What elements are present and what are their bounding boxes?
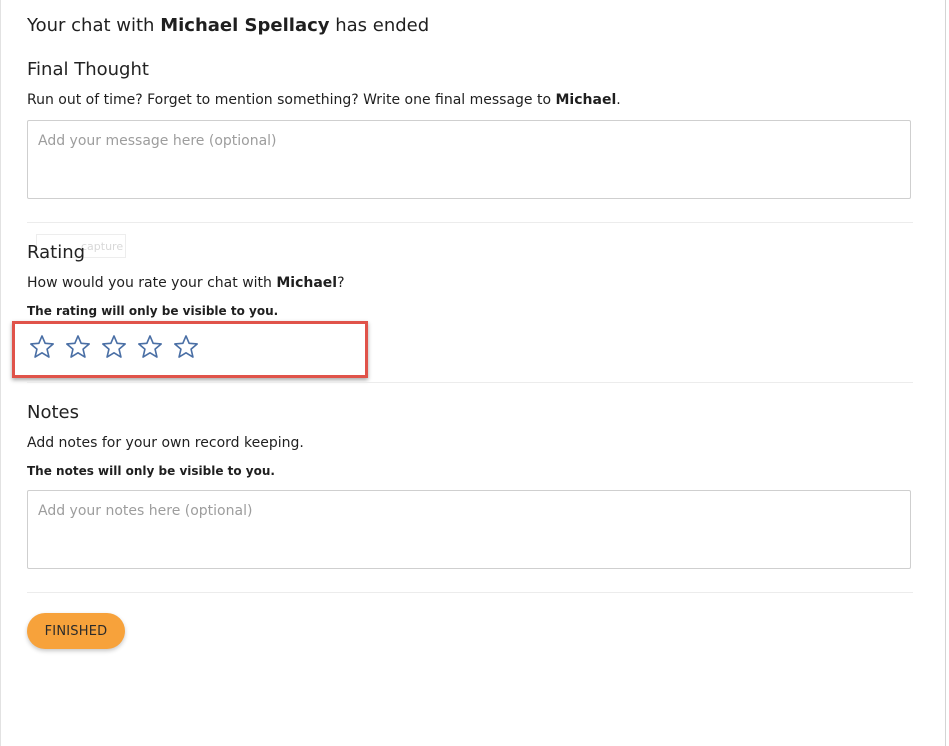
right-border (945, 0, 946, 746)
chat-ended-heading: Your chat with Michael Spellacy has ende… (27, 14, 429, 38)
notes-input[interactable] (27, 490, 911, 569)
rating-visibility-note: The rating will only be visible to you. (27, 304, 279, 318)
notes-title: Notes (27, 402, 79, 423)
left-border (0, 0, 1, 746)
chat-ended-prefix: Your chat with (27, 15, 155, 36)
rating-desc-suffix: ? (337, 275, 345, 291)
chat-partner-name: Michael Spellacy (160, 15, 330, 36)
rating-title: Rating (27, 242, 86, 263)
final-thought-title: Final Thought (27, 59, 149, 80)
rating-desc-text: How would you rate your chat with (27, 275, 272, 291)
final-thought-description: Run out of time? Forget to mention somet… (27, 91, 621, 109)
rating-desc-name: Michael (276, 275, 338, 291)
rating-description: How would you rate your chat with Michae… (27, 274, 345, 292)
divider (27, 382, 913, 383)
final-message-input[interactable] (27, 120, 911, 199)
notes-description: Add notes for your own record keeping. (27, 435, 304, 451)
notes-visibility-note: The notes will only be visible to you. (27, 464, 275, 478)
final-thought-desc-suffix: . (616, 92, 621, 108)
finished-button[interactable]: FINISHED (27, 613, 125, 649)
divider (27, 592, 913, 593)
final-thought-desc-name: Michael (555, 92, 617, 108)
rating-highlight-box (12, 321, 368, 378)
chat-ended-suffix: has ended (335, 15, 430, 36)
final-thought-desc-text: Run out of time? Forget to mention somet… (27, 92, 552, 108)
divider (27, 222, 913, 223)
